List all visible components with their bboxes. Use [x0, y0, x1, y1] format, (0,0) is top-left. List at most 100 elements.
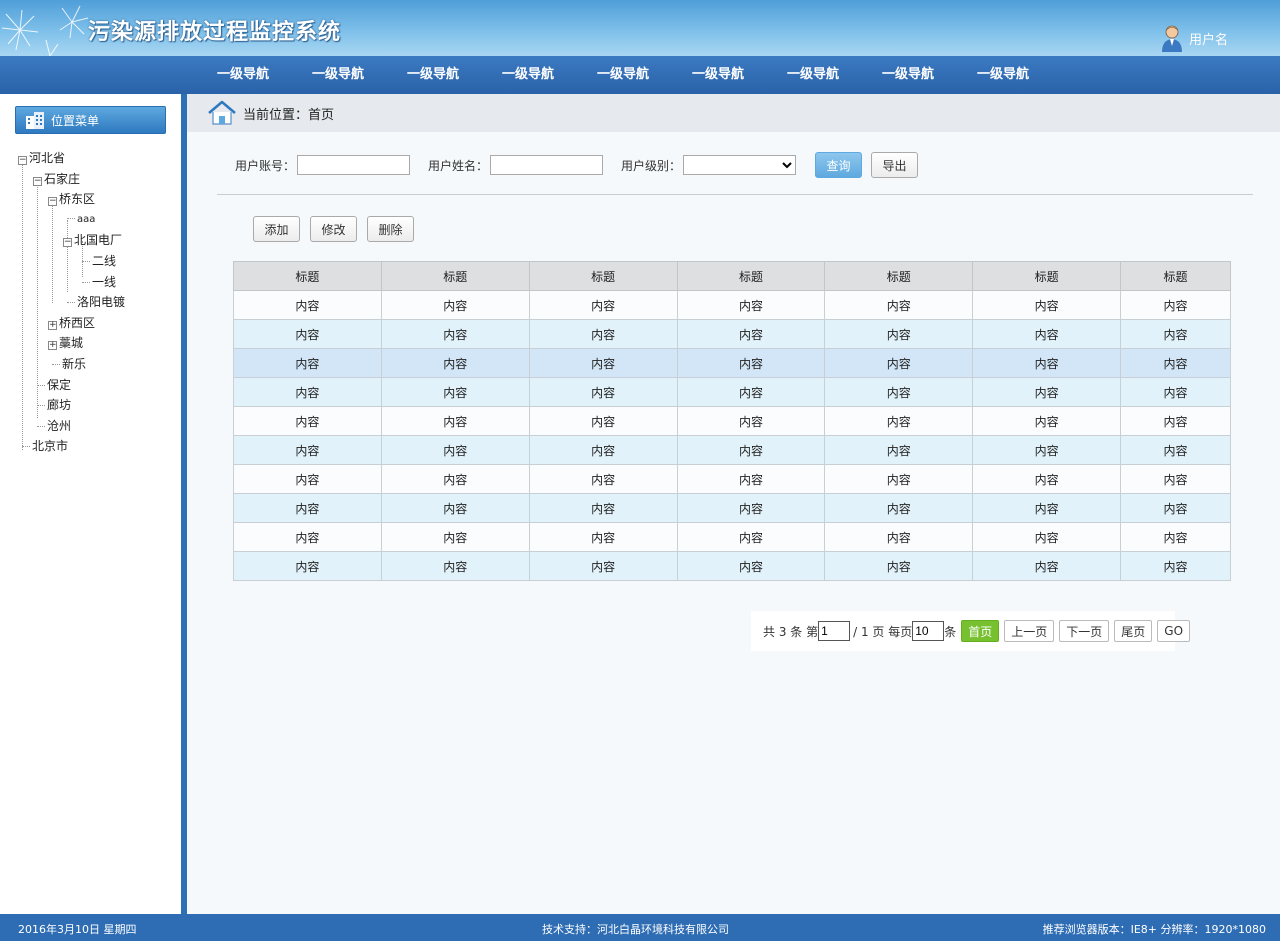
column-header[interactable]: 标题	[1120, 261, 1231, 291]
column-header[interactable]: 标题	[233, 261, 382, 291]
app-title: 污染源排放过程监控系统	[88, 19, 342, 45]
location-menu-button[interactable]: 位置菜单	[15, 106, 166, 134]
tree-node[interactable]: 洛阳电镀	[18, 292, 125, 313]
table-row[interactable]: 内容 内容 内容 内容 内容 内容 内容	[233, 377, 1231, 407]
table-row[interactable]: 内容 内容 内容 内容 内容 内容 内容	[233, 522, 1231, 552]
table-cell: 内容	[380, 435, 530, 465]
table-cell: 内容	[824, 377, 974, 407]
table-cell: 内容	[233, 464, 382, 494]
last-page-button[interactable]: 尾页	[1114, 620, 1153, 642]
table-cell: 内容	[676, 406, 826, 436]
tree-node[interactable]: + 桥西区	[18, 313, 125, 334]
first-page-button[interactable]: 首页	[961, 620, 1000, 642]
export-button[interactable]: 导出	[871, 152, 919, 178]
table-cell: 内容	[972, 522, 1122, 552]
nav-item[interactable]: 一级导航	[312, 56, 407, 94]
table-row[interactable]: 内容 内容 内容 内容 内容 内容 内容	[233, 348, 1231, 378]
nav-item[interactable]: 一级导航	[502, 56, 597, 94]
tree-node[interactable]: 廊坊	[18, 395, 125, 416]
level-label: 用户级别：	[621, 158, 682, 173]
table-cell: 内容	[233, 348, 382, 378]
current-page-input[interactable]	[818, 621, 851, 641]
footer: 2016年3月10日 星期四 技术支持：河北白晶环境科技有限公司 推荐浏览器版本…	[0, 914, 1280, 941]
account-input[interactable]	[297, 155, 411, 175]
tree-node[interactable]: 二线	[18, 251, 125, 272]
table-cell: 内容	[972, 493, 1122, 523]
nav-item[interactable]: 一级导航	[882, 56, 977, 94]
footer-date: 2016年3月10日 星期四	[18, 923, 137, 936]
nav-item[interactable]: 一级导航	[597, 56, 692, 94]
table-cell: 内容	[380, 348, 530, 378]
collapse-icon[interactable]: −	[33, 176, 42, 186]
tree-node[interactable]: 新乐	[18, 354, 125, 375]
tree-node[interactable]: − 北国电厂	[18, 230, 125, 251]
table-cell: 内容	[972, 290, 1122, 320]
collapse-icon[interactable]: −	[48, 197, 57, 207]
tree-node[interactable]: − 河北省	[18, 148, 125, 169]
table-cell: 内容	[380, 551, 530, 581]
account-label: 用户账号：	[235, 158, 296, 173]
pager-unit: 条	[944, 624, 957, 639]
level-select[interactable]	[683, 155, 797, 175]
expand-icon[interactable]: +	[48, 320, 57, 330]
tree-node[interactable]: + 藁城	[18, 333, 125, 354]
home-icon[interactable]	[207, 100, 237, 126]
table-row[interactable]: 内容 内容 内容 内容 内容 内容 内容	[233, 464, 1231, 494]
page-size-input[interactable]	[912, 621, 945, 641]
table-cell: 内容	[380, 290, 530, 320]
nav-item[interactable]: 一级导航	[692, 56, 787, 94]
prev-page-button[interactable]: 上一页	[1004, 620, 1055, 642]
column-header[interactable]: 标题	[824, 261, 974, 291]
tree-node[interactable]: 保定	[18, 375, 125, 396]
collapse-icon[interactable]: −	[18, 156, 27, 165]
user-menu[interactable]: 用户名	[1161, 24, 1228, 52]
pagination: 共 3 条 第 / 1 页 每页 条 首页 上一页 下一页 尾页 GO	[751, 611, 1191, 651]
table-cell: 内容	[380, 493, 530, 523]
table-cell: 内容	[528, 551, 678, 581]
go-button[interactable]: GO	[1157, 620, 1191, 642]
query-button[interactable]: 查询	[815, 152, 863, 178]
breadcrumb: 当前位置：首页	[187, 94, 1280, 132]
table-row[interactable]: 内容 内容 内容 内容 内容 内容 内容	[233, 435, 1231, 465]
table-cell: 内容	[380, 464, 530, 494]
table-cell: 内容	[528, 406, 678, 436]
tree-node[interactable]: 北京市	[18, 436, 125, 457]
table-row[interactable]: 内容 内容 内容 内容 内容 内容 内容	[233, 406, 1231, 436]
tree-node[interactable]: aaa	[18, 210, 125, 231]
edit-button[interactable]: 修改	[310, 216, 357, 242]
table-row[interactable]: 内容 内容 内容 内容 内容 内容 内容	[233, 551, 1231, 581]
data-table: 标题 标题 标题 标题 标题 标题 标题 内容 内容 内容 内容 内容 内容 内容 内容 内容内…	[233, 261, 1231, 581]
nav-item[interactable]: 一级导航	[407, 56, 502, 94]
table-row[interactable]: 内容 内容 内容 内容 内容 内容 内容	[233, 493, 1231, 523]
tree-node[interactable]: − 石家庄	[18, 169, 125, 190]
next-page-button[interactable]: 下一页	[1059, 620, 1110, 642]
table-cell: 内容	[824, 290, 974, 320]
column-header[interactable]: 标题	[528, 261, 678, 291]
column-header[interactable]: 标题	[972, 261, 1122, 291]
nav-item[interactable]: 一级导航	[217, 56, 312, 94]
action-toolbar: 添加 修改 删除	[253, 216, 414, 242]
user-avatar-icon	[1161, 25, 1182, 52]
name-input[interactable]	[490, 155, 604, 175]
dandelion-decoration-icon	[1, 5, 89, 56]
table-row[interactable]: 内容 内容 内容 内容 内容 内容 内容	[233, 319, 1231, 349]
nav-item[interactable]: 一级导航	[977, 56, 1072, 94]
table-row[interactable]: 内容 内容 内容 内容 内容 内容 内容	[233, 290, 1231, 320]
table-cell: 内容	[1120, 493, 1231, 523]
app-header: 污染源排放过程监控系统 用户名	[0, 0, 1280, 56]
tree-node[interactable]: 沧州	[18, 416, 125, 437]
table-cell: 内容	[380, 319, 530, 349]
expand-icon[interactable]: +	[48, 341, 57, 351]
add-button[interactable]: 添加	[253, 216, 300, 242]
column-header[interactable]: 标题	[380, 261, 530, 291]
tree-node[interactable]: 一线	[18, 272, 125, 293]
table-cell: 内容	[824, 406, 974, 436]
collapse-icon[interactable]: −	[63, 238, 72, 248]
column-header[interactable]: 标题	[676, 261, 826, 291]
location-menu-label: 位置菜单	[51, 113, 100, 128]
delete-button[interactable]: 删除	[367, 216, 414, 242]
nav-item[interactable]: 一级导航	[787, 56, 882, 94]
table-cell: 内容	[1120, 319, 1231, 349]
tree-node[interactable]: − 桥东区	[18, 189, 125, 210]
table-cell: 内容	[528, 435, 678, 465]
